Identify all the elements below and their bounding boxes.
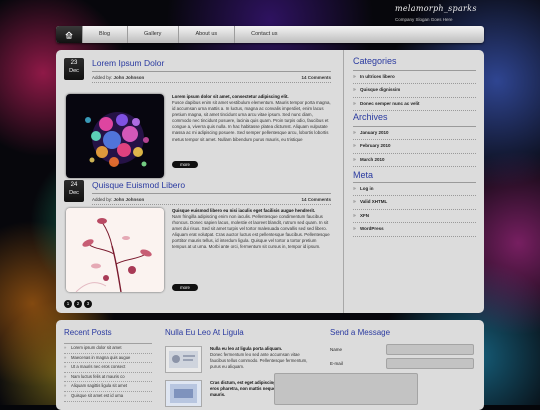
news-thumbnail[interactable] (165, 346, 202, 373)
archives-title: Archives (353, 112, 388, 122)
pagination: 1 2 3 (64, 300, 92, 308)
post-meta: Added by: John Johnson 14 Comments (92, 193, 331, 205)
meta-title: Meta (353, 170, 374, 180)
sidebar-item-category[interactable]: Quisque dignissim (353, 84, 476, 98)
post-body: Nam fringilla adipiscing enim non iaculi… (172, 214, 330, 250)
post-comments-link[interactable]: 14 Comments (301, 197, 331, 202)
post-day: 24 (70, 182, 78, 188)
post-author[interactable]: John Johnson (114, 75, 145, 80)
message-field[interactable] (274, 373, 418, 405)
news-title: Nulla Eu Leo At Ligula (165, 328, 244, 337)
page-1-button[interactable]: 1 (64, 300, 72, 308)
nav-item-blog[interactable]: Blog (82, 26, 127, 43)
recent-post-link[interactable]: Quisque sit amet est id urna (64, 392, 152, 402)
post-2: 24 Dec Quisque Euismod Libero Added by: … (64, 180, 331, 298)
post-title[interactable]: Quisque Euismod Libero (92, 180, 185, 190)
post-body: Fusce dapibus enim sit amet vestibulum e… (172, 100, 331, 142)
recent-post-link[interactable]: Nam luctus felis at mauris co (64, 373, 152, 383)
floral-image[interactable] (66, 208, 164, 292)
recent-post-link[interactable]: Maecenas in magna quis augue (64, 354, 152, 364)
post-excerpt: Lorem ipsum dolor sit amet, consectetur … (172, 94, 332, 143)
name-label: Name (330, 347, 343, 352)
post-1: 23 Dec Lorem Ipsum Dolor Added by: John … (64, 58, 332, 178)
news-text: Nulla eu leo at ligula porta aliquam. Do… (210, 346, 313, 370)
post-comments-link[interactable]: 14 Comments (301, 75, 331, 80)
news-item: Nulla eu leo at ligula porta aliquam. Do… (165, 344, 313, 376)
recent-posts-title: Recent Posts (64, 328, 112, 337)
bubbles-image[interactable] (66, 94, 164, 178)
recent-post-link[interactable]: Ut a mauris nec eros consect (64, 363, 152, 373)
name-field[interactable] (386, 344, 474, 355)
email-field[interactable] (386, 358, 474, 369)
categories-list: In ultrices libero Quisque dignissim Don… (353, 70, 476, 112)
site-name[interactable]: melamorph_sparks (395, 4, 477, 13)
categories-title: Categories (353, 56, 397, 66)
post-title[interactable]: Lorem Ipsum Dolor (92, 58, 164, 68)
sidebar-item-meta[interactable]: Valid XHTML (353, 196, 476, 210)
site-brand: melamorph_sparks Company Slogan Goes Her… (395, 4, 477, 22)
news-lead: Nulla eu leo at ligula porta aliquam. (210, 346, 283, 351)
sidebar-item-archive[interactable]: March 2010 (353, 154, 476, 168)
news-thumbnail[interactable] (165, 380, 202, 407)
site-slogan: Company Slogan Goes Here (395, 17, 453, 22)
nav-item-about-us[interactable]: About us (178, 26, 234, 43)
sidebar-item-archive[interactable]: February 2010 (353, 140, 476, 154)
author-prefix: Added by: (92, 75, 113, 80)
nav-item-gallery[interactable]: Gallery (127, 26, 178, 43)
recent-post-link[interactable]: Lorem ipsum dolor sit amet (64, 344, 152, 354)
contact-title: Send a Message (330, 328, 391, 337)
sidebar-item-category[interactable]: Donec semper nunc ac velit (353, 98, 476, 112)
sidebar-item-meta[interactable]: Log in (353, 183, 476, 197)
sidebar-item-archive[interactable]: January 2010 (353, 127, 476, 141)
main-content: 23 Dec Lorem Ipsum Dolor Added by: John … (56, 50, 484, 313)
page-2-button[interactable]: 2 (74, 300, 82, 308)
news-body: Donec fermentum leo sed ante accumsan vi… (210, 352, 308, 370)
post-month: Dec (69, 68, 79, 74)
recent-post-link[interactable]: Aliquam sagittis ligula sit amet (64, 382, 152, 392)
sidebar-item-category[interactable]: In ultrices libero (353, 71, 476, 85)
post-lead: Lorem ipsum dolor sit amet, consectetur … (172, 94, 289, 99)
post-meta: Added by: John Johnson 14 Comments (92, 71, 331, 83)
home-icon (65, 31, 73, 39)
nav-item-contact-us[interactable]: Contact us (234, 26, 294, 43)
footer: Recent Posts Lorem ipsum dolor sit amet … (56, 320, 484, 410)
sidebar-item-meta[interactable]: WordPress (353, 223, 476, 237)
post-date-badge: 24 Dec (64, 180, 84, 202)
main-nav: Blog Gallery About us Contact us (56, 26, 484, 43)
author-prefix: Added by: (92, 197, 113, 202)
post-day: 23 (70, 60, 78, 66)
email-label: E-mail (330, 361, 343, 366)
post-lead: Quisque euismod libero eu nisi iaculis e… (172, 208, 316, 213)
sidebar: Categories In ultrices libero Quisque di… (343, 50, 478, 313)
meta-list: Log in Valid XHTML XFN WordPress (353, 182, 476, 237)
post-author[interactable]: John Johnson (114, 197, 145, 202)
nav-menu: Blog Gallery About us Contact us (82, 26, 294, 43)
more-button[interactable]: more (172, 284, 198, 291)
post-excerpt: Quisque euismod libero eu nisi iaculis e… (172, 208, 332, 251)
page-3-button[interactable]: 3 (84, 300, 92, 308)
recent-posts-list: Lorem ipsum dolor sit amet Maecenas in m… (64, 343, 152, 402)
home-button[interactable] (56, 26, 82, 43)
more-button[interactable]: more (172, 161, 198, 168)
post-month: Dec (69, 190, 79, 196)
post-date-badge: 23 Dec (64, 58, 84, 80)
sidebar-item-meta[interactable]: XFN (353, 210, 476, 224)
archives-list: January 2010 February 2010 March 2010 (353, 126, 476, 168)
